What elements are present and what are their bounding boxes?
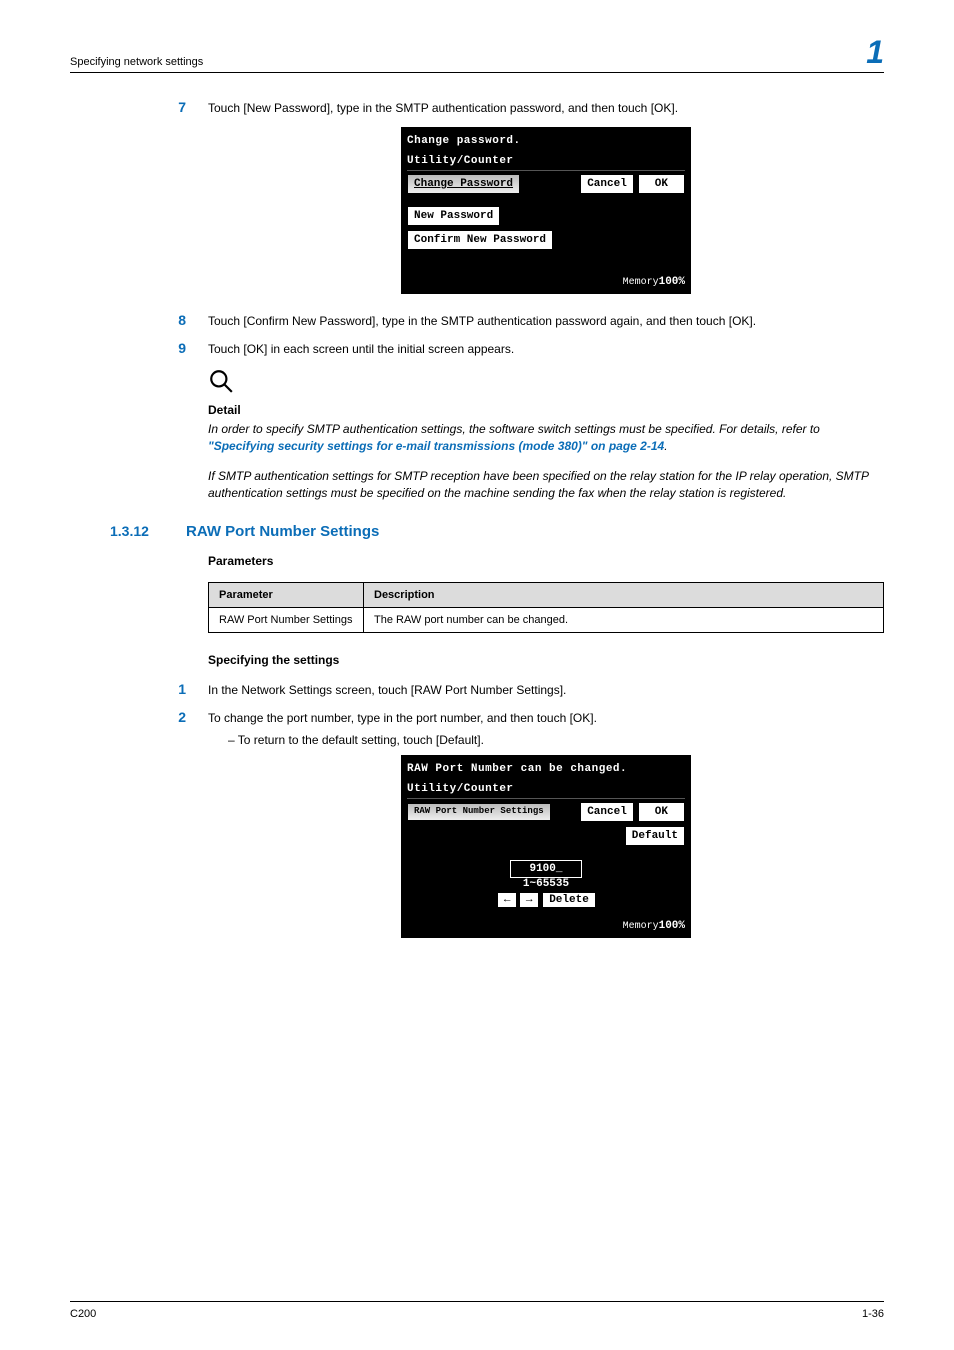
port-range-label: 1~65535 [407,878,685,890]
arrow-right-button[interactable]: → [519,892,539,908]
table-row: RAW Port Number Settings The RAW port nu… [209,607,884,632]
magnifier-icon [208,368,884,399]
header-title: Specifying network settings [70,56,203,68]
step-number: 9 [170,340,186,356]
lcd-title: Change password. [407,135,685,147]
footer-right: 1-36 [862,1308,884,1320]
step-text: Touch [New Password], type in the SMTP a… [208,99,884,117]
detail-paragraph-2: If SMTP authentication settings for SMTP… [208,468,884,503]
page-footer: C200 1-36 [70,1301,884,1320]
cross-reference-link[interactable]: "Specifying security settings for e-mail… [208,439,664,453]
default-button[interactable]: Default [625,826,685,846]
section-title: RAW Port Number Settings [186,523,379,540]
step-7: 7 Touch [New Password], type in the SMTP… [170,99,884,117]
cancel-button[interactable]: Cancel [580,174,634,194]
page-header: Specifying network settings 1 [70,36,884,73]
lcd-breadcrumb: Utility/Counter [407,155,685,167]
step-number: 2 [170,709,186,725]
specifying-settings-heading: Specifying the settings [208,653,884,667]
lcd-title: RAW Port Number can be changed. [407,763,685,775]
step-text: Touch [Confirm New Password], type in th… [208,312,884,330]
chapter-number: 1 [866,36,884,68]
parameters-table: Parameter Description RAW Port Number Se… [208,582,884,633]
table-cell-parameter: RAW Port Number Settings [209,607,364,632]
ok-button[interactable]: OK [638,174,685,194]
table-header-row: Parameter Description [209,582,884,607]
memory-status: Memory100% [407,276,685,288]
step-9: 9 Touch [OK] in each screen until the in… [170,340,884,358]
memory-status: Memory100% [407,920,685,932]
step-text: To change the port number, type in the p… [208,709,884,727]
lcd-breadcrumb: Utility/Counter [407,783,685,795]
confirm-new-password-button[interactable]: Confirm New Password [407,230,553,250]
port-number-field[interactable]: 9100_ [407,860,685,878]
step-8: 8 Touch [Confirm New Password], type in … [170,312,884,330]
new-password-button[interactable]: New Password [407,206,500,226]
table-header-parameter: Parameter [209,582,364,607]
cancel-button[interactable]: Cancel [580,802,634,822]
lcd-screenshot-2: RAW Port Number can be changed. Utility/… [208,755,884,938]
delete-button[interactable]: Delete [542,892,596,908]
section-heading: 1.3.12 RAW Port Number Settings [110,523,884,540]
lcd-screenshot-1: Change password. Utility/Counter Change … [208,127,884,294]
step-number: 7 [170,99,186,115]
spec-bullet: – To return to the default setting, touc… [228,731,884,749]
footer-left: C200 [70,1308,96,1320]
lcd-section-label: RAW Port Number Settings [407,803,551,821]
ok-button[interactable]: OK [638,802,685,822]
step-text: In the Network Settings screen, touch [R… [208,681,884,699]
step-text: Touch [OK] in each screen until the init… [208,340,884,358]
spec-step-1: 1 In the Network Settings screen, touch … [170,681,884,699]
table-header-description: Description [364,582,884,607]
step-number: 1 [170,681,186,697]
parameters-heading: Parameters [208,554,884,568]
detail-heading: Detail [208,403,884,417]
detail-paragraph-1: In order to specify SMTP authentication … [208,421,884,456]
spec-step-2: 2 To change the port number, type in the… [170,709,884,727]
arrow-left-button[interactable]: ← [497,892,517,908]
step-number: 8 [170,312,186,328]
table-cell-description: The RAW port number can be changed. [364,607,884,632]
section-number: 1.3.12 [110,523,164,540]
detail-note: Detail In order to specify SMTP authenti… [208,368,884,503]
lcd-section-label: Change Password [407,174,520,194]
